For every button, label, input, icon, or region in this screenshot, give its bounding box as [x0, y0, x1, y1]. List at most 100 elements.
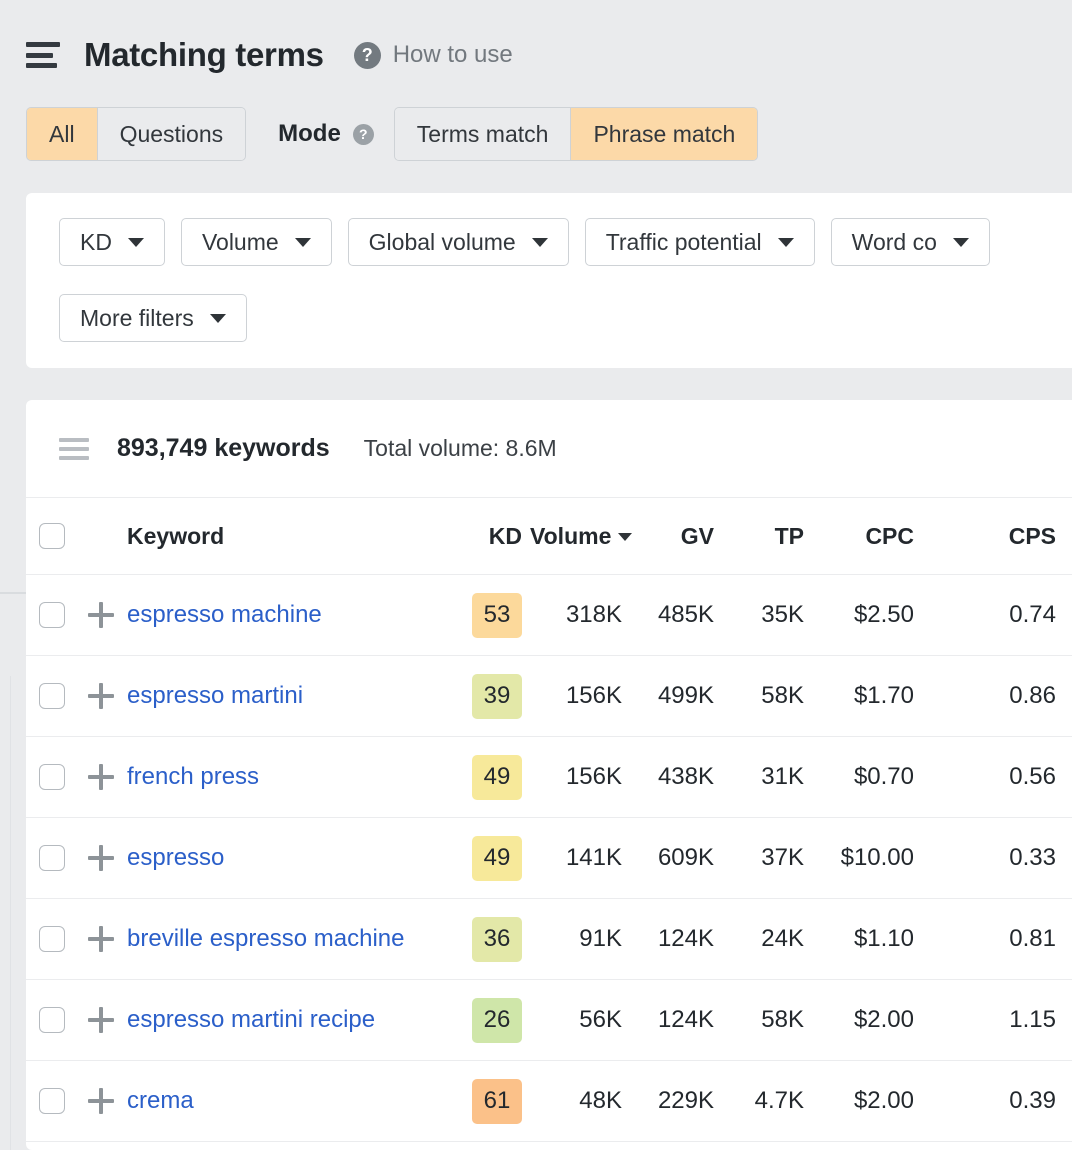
- filter-more-filters[interactable]: More filters: [59, 294, 247, 342]
- table-header: Keyword KD Volume GV TP CPC CPS: [26, 498, 1072, 575]
- kd-cell: 39: [468, 656, 530, 737]
- keyword-cell: breville espresso machine: [123, 899, 468, 980]
- add-keyword-icon[interactable]: [88, 602, 114, 628]
- tab-terms-match[interactable]: Terms match: [395, 108, 572, 160]
- keyword-link[interactable]: french press: [123, 762, 468, 793]
- cpc-cell: $0.70: [820, 737, 930, 818]
- select-all-header: [26, 498, 78, 575]
- row-checkbox[interactable]: [39, 1007, 65, 1033]
- kd-badge: 39: [472, 674, 522, 719]
- filter-traffic-potential[interactable]: Traffic potential: [585, 218, 815, 266]
- table-row[interactable]: espresso49141K609K37K$10.000.33: [26, 818, 1072, 899]
- row-expand-cell: [78, 1061, 123, 1142]
- row-select-cell: [26, 737, 78, 818]
- column-header-gv[interactable]: GV: [638, 498, 730, 575]
- table-row[interactable]: espresso machine53318K485K35K$2.500.74: [26, 575, 1072, 656]
- row-expand-cell: [78, 980, 123, 1061]
- gv-cell: 609K: [638, 818, 730, 899]
- column-header-keyword[interactable]: Keyword: [123, 498, 468, 575]
- filter-volume[interactable]: Volume: [181, 218, 332, 266]
- keywords-table: Keyword KD Volume GV TP CPC CPS espresso…: [26, 498, 1072, 1142]
- volume-cell: 48K: [530, 1061, 638, 1142]
- cps-cell: 1.15: [930, 980, 1072, 1061]
- row-checkbox[interactable]: [39, 764, 65, 790]
- gv-cell: 438K: [638, 737, 730, 818]
- row-select-cell: [26, 818, 78, 899]
- cpc-cell: $1.70: [820, 656, 930, 737]
- expand-header: [78, 498, 123, 575]
- select-all-checkbox[interactable]: [39, 523, 65, 549]
- table-row[interactable]: espresso martini recipe2656K124K58K$2.00…: [26, 980, 1072, 1061]
- row-select-cell: [26, 1061, 78, 1142]
- how-to-use-link[interactable]: ? How to use: [354, 41, 513, 69]
- volume-cell: 141K: [530, 818, 638, 899]
- table-header-row: Keyword KD Volume GV TP CPC CPS: [26, 498, 1072, 575]
- row-checkbox[interactable]: [39, 926, 65, 952]
- keyword-link[interactable]: breville espresso machine: [123, 924, 468, 955]
- cpc-cell: $2.00: [820, 1061, 930, 1142]
- add-keyword-icon[interactable]: [88, 683, 114, 709]
- add-keyword-icon[interactable]: [88, 1007, 114, 1033]
- chevron-down-icon: [953, 238, 969, 247]
- keyword-link[interactable]: espresso: [123, 843, 468, 874]
- filter-row-secondary: More filters: [59, 294, 247, 342]
- column-header-cps[interactable]: CPS: [930, 498, 1072, 575]
- row-checkbox[interactable]: [39, 683, 65, 709]
- kd-badge: 61: [472, 1079, 522, 1124]
- cpc-cell: $1.10: [820, 899, 930, 980]
- row-select-cell: [26, 980, 78, 1061]
- kd-badge: 49: [472, 836, 522, 881]
- column-header-tp[interactable]: TP: [730, 498, 820, 575]
- gv-cell: 485K: [638, 575, 730, 656]
- keyword-link[interactable]: espresso martini recipe: [123, 1005, 468, 1036]
- row-expand-cell: [78, 656, 123, 737]
- keyword-cell: espresso martini recipe: [123, 980, 468, 1061]
- kd-badge: 49: [472, 755, 522, 800]
- tab-all[interactable]: All: [27, 108, 98, 160]
- keyword-cell: french press: [123, 737, 468, 818]
- column-header-volume[interactable]: Volume: [530, 498, 638, 575]
- filter-global-volume[interactable]: Global volume: [348, 218, 569, 266]
- mode-question-mark-icon[interactable]: ?: [353, 124, 374, 145]
- column-header-kd[interactable]: KD: [468, 498, 530, 575]
- add-keyword-icon[interactable]: [88, 845, 114, 871]
- row-expand-cell: [78, 575, 123, 656]
- table-row[interactable]: breville espresso machine3691K124K24K$1.…: [26, 899, 1072, 980]
- cps-cell: 0.33: [930, 818, 1072, 899]
- add-keyword-icon[interactable]: [88, 764, 114, 790]
- cps-cell: 0.86: [930, 656, 1072, 737]
- keyword-type-toggle: All Questions: [26, 107, 246, 161]
- tab-phrase-match[interactable]: Phrase match: [571, 108, 757, 160]
- hamburger-line: [26, 53, 53, 58]
- tp-cell: 4.7K: [730, 1061, 820, 1142]
- tp-cell: 31K: [730, 737, 820, 818]
- keyword-link[interactable]: crema: [123, 1086, 468, 1117]
- cpc-cell: $2.50: [820, 575, 930, 656]
- gv-cell: 124K: [638, 980, 730, 1061]
- kd-cell: 61: [468, 1061, 530, 1142]
- row-checkbox[interactable]: [39, 602, 65, 628]
- tab-questions[interactable]: Questions: [98, 108, 246, 160]
- kd-badge: 26: [472, 998, 522, 1043]
- title-row: Matching terms ? How to use: [26, 26, 513, 84]
- filter-word-count[interactable]: Word co: [831, 218, 990, 266]
- keyword-link[interactable]: espresso machine: [123, 600, 468, 631]
- table-row[interactable]: crema6148K229K4.7K$2.000.39: [26, 1061, 1072, 1142]
- cpc-cell: $2.00: [820, 980, 930, 1061]
- list-view-icon[interactable]: [59, 438, 89, 460]
- tp-cell: 37K: [730, 818, 820, 899]
- gv-cell: 124K: [638, 899, 730, 980]
- add-keyword-icon[interactable]: [88, 1088, 114, 1114]
- filter-volume-label: Volume: [202, 229, 279, 256]
- row-checkbox[interactable]: [39, 1088, 65, 1114]
- hamburger-menu-icon[interactable]: [26, 42, 60, 68]
- row-expand-cell: [78, 737, 123, 818]
- table-row[interactable]: espresso martini39156K499K58K$1.700.86: [26, 656, 1072, 737]
- column-header-cpc[interactable]: CPC: [820, 498, 930, 575]
- row-checkbox[interactable]: [39, 845, 65, 871]
- add-keyword-icon[interactable]: [88, 926, 114, 952]
- table-row[interactable]: french press49156K438K31K$0.700.56: [26, 737, 1072, 818]
- filter-traffic-potential-label: Traffic potential: [606, 229, 762, 256]
- keyword-link[interactable]: espresso martini: [123, 681, 468, 712]
- filter-kd[interactable]: KD: [59, 218, 165, 266]
